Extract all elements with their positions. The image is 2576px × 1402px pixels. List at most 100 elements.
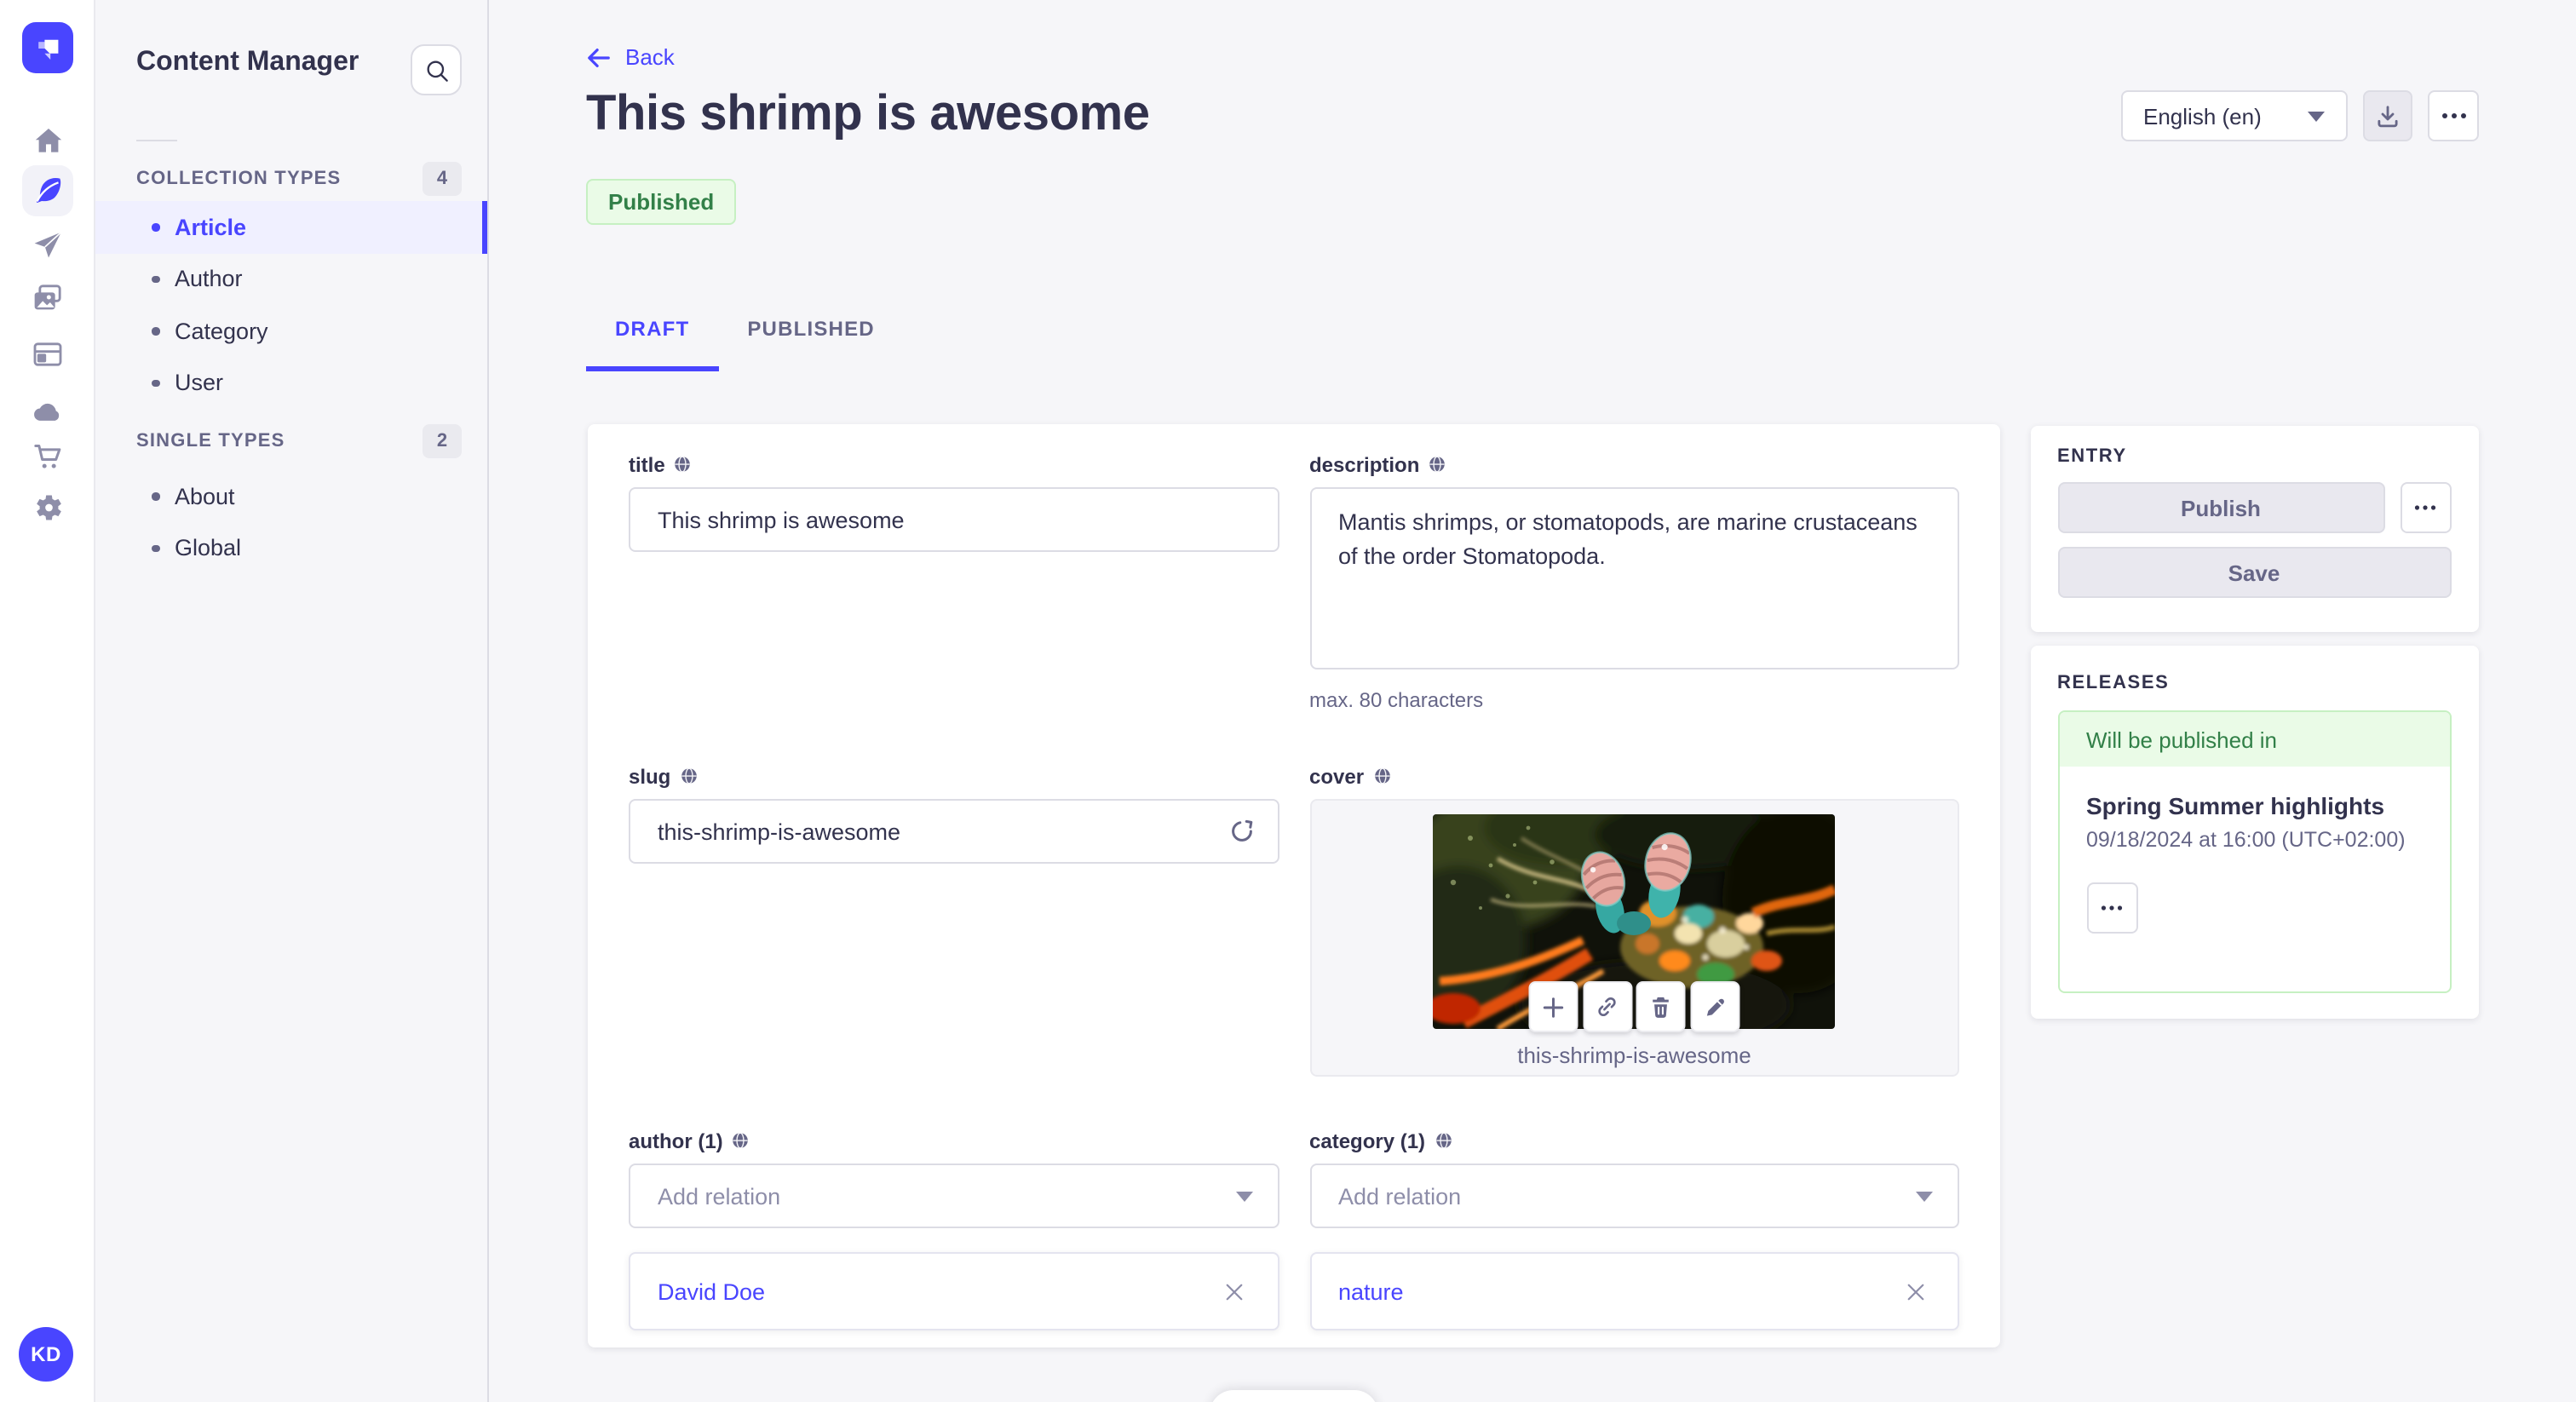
export-button[interactable]: [2363, 90, 2412, 141]
strapi-logo[interactable]: [22, 22, 73, 73]
bullet-icon: [152, 544, 159, 552]
cover-media-panel: this-shrimp-is-awesome: [1309, 799, 1959, 1077]
title-input[interactable]: [629, 487, 1279, 552]
copy-link-button[interactable]: [1583, 981, 1632, 1032]
combobox-placeholder: Add relation: [1338, 1183, 1462, 1209]
author-relation-combobox[interactable]: Add relation: [629, 1164, 1279, 1228]
sidebar-item-author[interactable]: Author: [95, 253, 487, 305]
bullet-icon: [152, 275, 159, 283]
link-icon: [1598, 997, 1617, 1017]
close-icon: [1906, 1283, 1923, 1300]
field-category: category (1) Add relation nature: [1309, 1128, 1959, 1330]
locale-select[interactable]: English (en): [2121, 90, 2348, 141]
i18n-globe-icon: [733, 1132, 749, 1149]
i18n-globe-icon: [1374, 767, 1389, 784]
edit-media-button[interactable]: [1690, 981, 1739, 1032]
marketplace-cart-icon[interactable]: [31, 440, 65, 474]
entry-panel-title: ENTRY: [2057, 446, 2127, 467]
single-types-count-badge: 2: [423, 423, 462, 457]
page-title: This shrimp is awesome: [586, 87, 1150, 141]
cloud-icon[interactable]: [31, 394, 65, 428]
relation-item-david-doe: David Doe: [630, 1254, 1277, 1329]
back-link[interactable]: Back: [586, 44, 675, 70]
single-types-menu: About Global: [95, 470, 487, 574]
sidebar-item-label: About: [175, 483, 235, 509]
section-header-collection-types: COLLECTION TYPES 4: [136, 160, 462, 196]
main-content: Back This shrimp is awesome Published En…: [489, 0, 2576, 1402]
sidebar-title: Content Manager: [136, 48, 359, 77]
combobox-placeholder: Add relation: [658, 1183, 781, 1209]
chevron-down-icon: [2308, 111, 2325, 121]
label-text: cover: [1309, 764, 1365, 788]
regenerate-slug-button[interactable]: [1224, 814, 1258, 848]
close-icon: [1226, 1283, 1243, 1300]
media-library-icon[interactable]: [31, 281, 65, 315]
layout-icon[interactable]: [31, 337, 65, 371]
sidebar-item-label: Author: [175, 266, 243, 292]
download-icon: [2378, 105, 2398, 127]
sidebar-item-label: User: [175, 370, 224, 396]
remove-relation-button[interactable]: [1900, 1276, 1930, 1307]
field-slug-label: slug: [629, 763, 1279, 789]
i18n-globe-icon: [681, 767, 697, 784]
tab-published[interactable]: PUBLISHED: [718, 290, 904, 371]
label-text: title: [629, 452, 665, 476]
category-relation-combobox[interactable]: Add relation: [1309, 1164, 1959, 1228]
release-date: 09/18/2024 at 16:00 (UTC+02:00): [2086, 828, 2406, 852]
remove-relation-button[interactable]: [1219, 1276, 1250, 1307]
label-text: category (1): [1309, 1129, 1426, 1152]
bullet-icon: [152, 492, 159, 500]
entry-more-button[interactable]: [2400, 482, 2451, 533]
more-actions-button[interactable]: [2428, 90, 2479, 141]
field-description-label: description: [1309, 451, 1959, 477]
search-button[interactable]: [411, 44, 462, 95]
nav-rail: KD: [0, 0, 95, 1402]
description-textarea[interactable]: Mantis shrimps, or stomatopods, are mari…: [1309, 487, 1959, 669]
section-label: COLLECTION TYPES: [136, 168, 342, 188]
relation-item-nature: nature: [1311, 1254, 1958, 1329]
slug-input[interactable]: [629, 799, 1279, 864]
relation-link[interactable]: David Doe: [658, 1278, 765, 1304]
label-text: slug: [629, 764, 671, 788]
edit-form-card: title description Mantis shrimps, or sto…: [588, 424, 2000, 1347]
description-helper-text: max. 80 characters: [1309, 688, 1484, 712]
plus-icon: [1544, 997, 1564, 1017]
sidebar-item-user[interactable]: User: [95, 357, 487, 409]
floating-pill[interactable]: [1210, 1390, 1378, 1402]
sidebar-item-global[interactable]: Global: [95, 522, 487, 574]
label-text: author (1): [629, 1129, 723, 1152]
release-more-button[interactable]: [2086, 882, 2137, 934]
header-actions: English (en): [2121, 90, 2479, 141]
field-author-label: author (1): [629, 1128, 1279, 1153]
field-author: author (1) Add relation David Doe: [629, 1128, 1279, 1330]
sidebar-item-article[interactable]: Article: [95, 201, 487, 253]
sidebar-item-about[interactable]: About: [95, 470, 487, 522]
add-media-button[interactable]: [1529, 981, 1578, 1032]
releases-panel: RELEASES Will be published in Spring Sum…: [2030, 646, 2478, 1019]
author-relation-list: David Doe: [629, 1252, 1279, 1330]
delete-media-button[interactable]: [1636, 981, 1686, 1032]
cover-filename: this-shrimp-is-awesome: [1517, 1043, 1751, 1068]
home-icon[interactable]: [31, 123, 65, 157]
chevron-down-icon: [1235, 1191, 1252, 1201]
field-slug: slug: [629, 763, 1279, 1077]
publish-button[interactable]: Publish: [2057, 482, 2384, 533]
more-horizontal-icon: [2101, 905, 2123, 911]
field-cover-label: cover: [1309, 763, 1959, 789]
settings-gear-icon[interactable]: [31, 491, 65, 525]
save-button[interactable]: Save: [2057, 547, 2451, 598]
content-manager-sidebar: Content Manager COLLECTION TYPES 4 Artic…: [95, 0, 489, 1402]
relation-link[interactable]: nature: [1338, 1278, 1404, 1304]
send-plane-icon[interactable]: [31, 228, 65, 262]
collection-types-count-badge: 4: [423, 161, 462, 195]
bullet-icon: [152, 223, 159, 231]
status-badge: Published: [586, 179, 737, 225]
content-manager-feather-icon[interactable]: [31, 174, 65, 208]
releases-panel-title: RELEASES: [2057, 673, 2170, 693]
user-avatar[interactable]: KD: [19, 1327, 73, 1382]
sidebar-item-label: Global: [175, 535, 242, 561]
bullet-icon: [152, 327, 159, 335]
sidebar-item-category[interactable]: Category: [95, 305, 487, 357]
tab-draft[interactable]: DRAFT: [586, 290, 719, 371]
app-window: KD Content Manager COLLECTION TYPES 4 Ar…: [0, 0, 2576, 1402]
